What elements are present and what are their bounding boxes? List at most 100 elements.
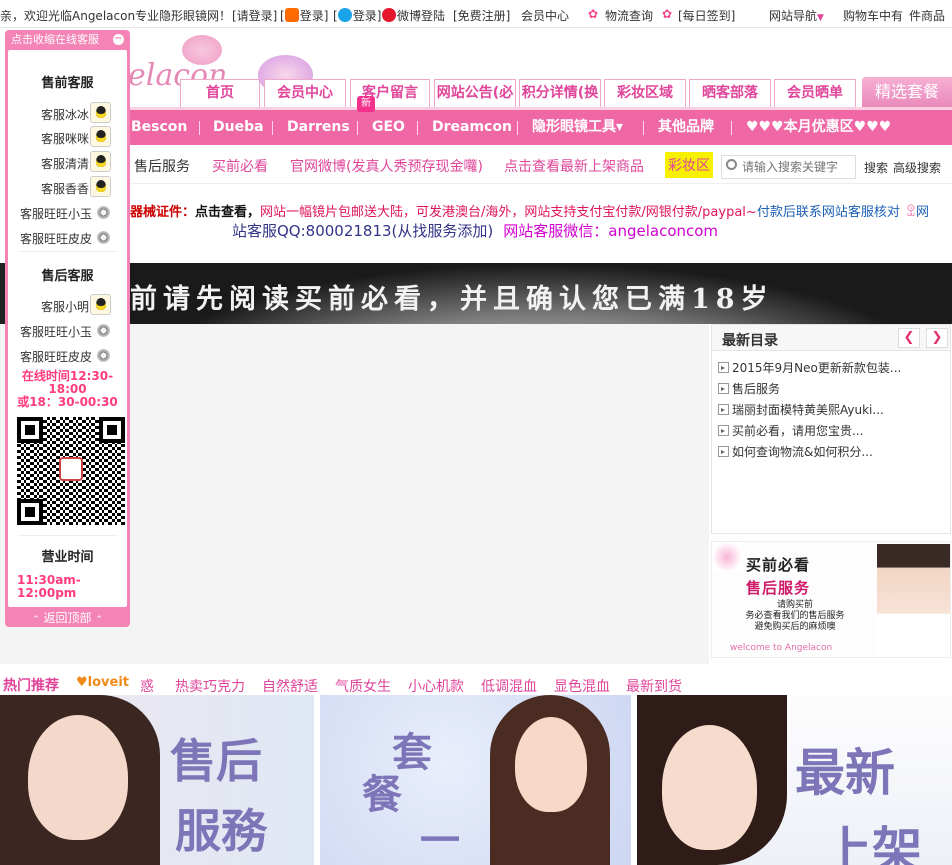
next-arrow-icon[interactable]: ❯ — [926, 328, 948, 348]
member-center-link[interactable]: 会员中心 — [521, 7, 569, 24]
notice-tail: 网 — [915, 205, 929, 220]
catalog-list: 2015年9月Neo更新新款包装... 售后服务 瑞丽封面模特黄美熙Ayuki.… — [712, 351, 950, 464]
nav-divider — [357, 121, 358, 135]
hours-title: 营业时间 — [41, 550, 94, 565]
must-read-promo[interactable]: 买前必看 售后服务 请购买前 务必查看我们的售后服务 避免购买后的麻烦噢 welco… — [711, 541, 951, 658]
top-bar: 亲，欢迎光临Angelacon专业隐形眼镜网！ [请登录] [登录] [登录] … — [0, 0, 952, 28]
link-weibo[interactable]: 官网微博(发真人秀预存现金囖) — [290, 156, 483, 176]
hot-item[interactable]: 小心机款 — [408, 676, 464, 696]
advanced-search-link[interactable]: 高级搜索 — [893, 159, 941, 176]
qq-icon — [90, 176, 111, 197]
brand-dueba[interactable]: Dueba — [213, 110, 264, 145]
welcome-text: 亲，欢迎光临Angelacon专业隐形眼镜网！ — [0, 9, 232, 23]
taobao-icon — [284, 8, 299, 22]
catalog-title: 最新目录 — [722, 333, 778, 349]
search-button[interactable]: 搜索 — [864, 159, 888, 176]
menu-other-brands[interactable]: 其他品牌 — [658, 110, 714, 145]
login-link[interactable]: [请登录] — [232, 7, 277, 24]
list-item[interactable]: 买前必看，请用您宝贵... — [718, 422, 950, 443]
bullet-icon — [718, 446, 729, 457]
hot-item[interactable]: 低调混血 — [481, 676, 537, 696]
collapse-icon: − — [113, 33, 124, 45]
model-face — [28, 715, 128, 840]
logistics-link[interactable]: 物流查询 — [605, 7, 653, 24]
weibo-login[interactable]: 微博登陆 — [382, 7, 445, 24]
qq-contact: 站客服QQ:800021813(从找服务添加) — [232, 222, 494, 240]
tab-makeup[interactable]: 彩妆区域 — [604, 79, 686, 107]
age-warning-banner[interactable]: 前请先阅读买前必看，并且确认您已满18岁 — [130, 263, 952, 324]
link-makeup[interactable]: 彩妆区 — [665, 152, 713, 178]
package-banner[interactable]: 套 餐 一 — [320, 695, 631, 865]
nav-divider — [199, 121, 200, 135]
qr-code — [17, 417, 125, 525]
catalog-header: 最新目录 ❮ ❯ — [712, 325, 950, 351]
chevron-down-icon: ▼ — [817, 13, 824, 23]
contact-line: 站客服QQ:800021813(从找服务添加) 网站客服微信：angelaconc… — [232, 220, 718, 241]
tab-announcements[interactable]: 网站公告(必 — [434, 79, 516, 107]
nav-divider — [517, 121, 518, 135]
menu-monthly-deals[interactable]: ♥♥♥本月优惠区♥♥♥ — [746, 110, 891, 145]
link-must-read[interactable]: 买前必看 — [212, 156, 268, 176]
hot-item[interactable]: 自然舒适 — [262, 676, 318, 696]
hot-item[interactable]: 气质女生 — [335, 676, 391, 696]
flower-icon: ✿ — [662, 7, 673, 21]
back-to-top-button[interactable]: ⌃ 返回顶部 ⌃ — [5, 610, 130, 627]
nav-divider — [731, 121, 732, 135]
new-arrivals-banner[interactable]: 最新 上架 — [637, 695, 952, 865]
qr-finder — [17, 417, 43, 443]
tab-home[interactable]: 首页 — [180, 79, 260, 107]
tab-points[interactable]: 积分详情(换 — [519, 79, 601, 107]
tab-showcase[interactable]: 晒客部落 — [689, 79, 771, 107]
brand-geo[interactable]: GEO — [372, 110, 405, 145]
after-sales-banner[interactable]: 售后 服務 — [0, 695, 314, 865]
new-badge: 新 — [357, 96, 375, 112]
wangwang-icon — [97, 349, 110, 362]
hot-item[interactable]: 最新到货 — [626, 676, 682, 696]
site-nav-menu[interactable]: 网站导航▼ — [769, 7, 824, 24]
online-service-panel: 点击收缩在线客服 − 售前客服 客服冰冰 客服咪咪 客服清清 客服香香 客服旺旺小… — [5, 30, 130, 627]
wangwang-icon — [97, 206, 110, 219]
list-item[interactable]: 2015年9月Neo更新新款包装... — [718, 359, 950, 380]
brand-darrens[interactable]: Darrens — [287, 110, 350, 145]
tab-member-photos[interactable]: 会员晒单 — [774, 79, 856, 107]
checkin-link[interactable]: [每日签到] — [678, 7, 735, 24]
brand-dreamcon[interactable]: Dreamcon — [432, 110, 512, 145]
promo-body: 请购买前 务必查看我们的售后服务 避免购买后的麻烦噢 — [745, 600, 845, 632]
service-body: 售前客服 客服冰冰 客服咪咪 客服清清 客服香香 客服旺旺小玉 客服旺旺皮皮 售… — [8, 50, 127, 607]
service-toggle[interactable]: 点击收缩在线客服 − — [5, 30, 130, 50]
search-box[interactable] — [721, 155, 856, 179]
link-after-sales[interactable]: 售后服务 — [134, 156, 190, 176]
list-item[interactable]: 售后服务 — [718, 380, 950, 401]
pic-caption: 最新 — [795, 743, 895, 802]
pic-caption: 服務 — [175, 804, 267, 858]
list-item[interactable]: 瑞丽封面模特黄美熙Ayuki... — [718, 401, 950, 422]
tab-member-center[interactable]: 会员中心 — [264, 79, 346, 107]
back-top-label: 返回顶部 — [43, 611, 92, 625]
model-photo — [877, 544, 950, 657]
chevron-up-icon: ⌃ — [32, 615, 40, 625]
hot-item[interactable]: 惑 — [140, 676, 154, 696]
chevron-up-icon: ⌃ — [95, 615, 103, 625]
brand-nav: Bescon Dueba Darrens GEO Dreamcon 隐形眼镜工具… — [125, 107, 952, 145]
pic-caption: 餐 — [362, 771, 402, 818]
cert-label: 器械证件： — [130, 205, 196, 220]
cart-text[interactable]: 购物车中有 件商品 — [843, 7, 945, 24]
business-hours: 11:30am- 12:00pm — [17, 573, 81, 600]
qq-login[interactable]: [登录] — [333, 7, 381, 24]
link-newest[interactable]: 点击查看最新上架商品 — [504, 156, 644, 176]
presale-title: 售前客服 — [41, 76, 94, 91]
tab-special-packages[interactable]: 精选套餐 — [862, 77, 952, 107]
hot-item[interactable]: 热卖巧克力 — [175, 676, 245, 696]
pic-caption: 上架 — [822, 821, 922, 865]
brand-bescon[interactable]: Bescon — [131, 110, 187, 145]
hot-item[interactable]: 显色混血 — [554, 676, 610, 696]
list-item[interactable]: 如何查询物流&如何积分... — [718, 443, 950, 464]
taobao-login[interactable]: [登录] — [280, 7, 328, 24]
menu-lens-tools[interactable]: 隐形眼镜工具▾ — [532, 110, 623, 145]
register-link[interactable]: [免费注册] — [453, 7, 510, 24]
cert-link[interactable]: 点击查看， — [195, 205, 260, 220]
search-input[interactable] — [742, 156, 852, 178]
prev-arrow-icon[interactable]: ❮ — [898, 328, 920, 348]
qq-icon — [90, 151, 111, 172]
model-face — [515, 717, 587, 812]
